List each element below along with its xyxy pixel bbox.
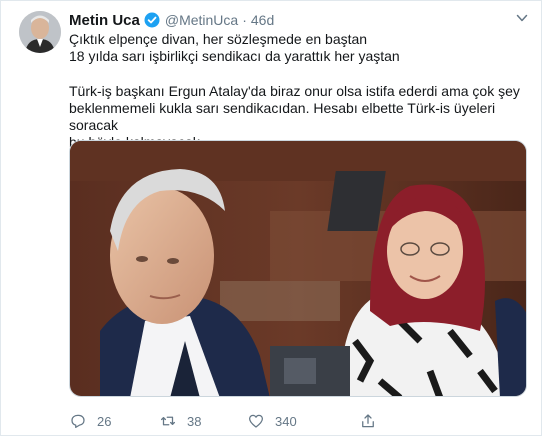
- author-name[interactable]: Metin Uca: [69, 12, 140, 29]
- tweet-header: Metin Uca @MetinUca · 46d: [69, 11, 274, 29]
- like-button[interactable]: 340: [247, 411, 297, 431]
- chevron-down-icon[interactable]: [515, 11, 529, 25]
- like-count: 340: [275, 413, 297, 429]
- tweet-line: Türk-iş başkanı Ergun Atalay'da biraz on…: [69, 83, 520, 99]
- tweet-photo[interactable]: [69, 140, 527, 397]
- tweet-text: Çıktık elpençe divan, her sözleşmede en …: [69, 31, 531, 151]
- heart-icon: [248, 414, 264, 428]
- tweet-line: 18 yılda sarı işbirlikçi sendikacı da ya…: [69, 48, 400, 64]
- timestamp[interactable]: 46d: [251, 12, 274, 28]
- share-button[interactable]: [359, 411, 377, 431]
- tweet-card[interactable]: Metin Uca @MetinUca · 46d Çıktık elpençe…: [0, 0, 542, 436]
- retweet-button[interactable]: 38: [159, 411, 201, 431]
- retweet-count: 38: [187, 413, 202, 429]
- share-icon: [362, 414, 374, 428]
- separator-dot: ·: [242, 12, 247, 28]
- author-handle[interactable]: @MetinUca: [165, 12, 238, 28]
- tweet-actions: 26 38 340: [69, 411, 449, 431]
- tweet-line: Çıktık elpençe divan, her sözleşmede en …: [69, 31, 368, 47]
- reply-icon: [71, 414, 85, 429]
- avatar[interactable]: [19, 11, 61, 53]
- reply-button[interactable]: 26: [69, 411, 111, 431]
- reply-count: 26: [97, 413, 112, 429]
- verified-badge-icon: [144, 12, 160, 28]
- tweet-line: beklenmemeli kukla sarı sendikacıdan. He…: [69, 100, 496, 133]
- retweet-icon: [160, 416, 176, 426]
